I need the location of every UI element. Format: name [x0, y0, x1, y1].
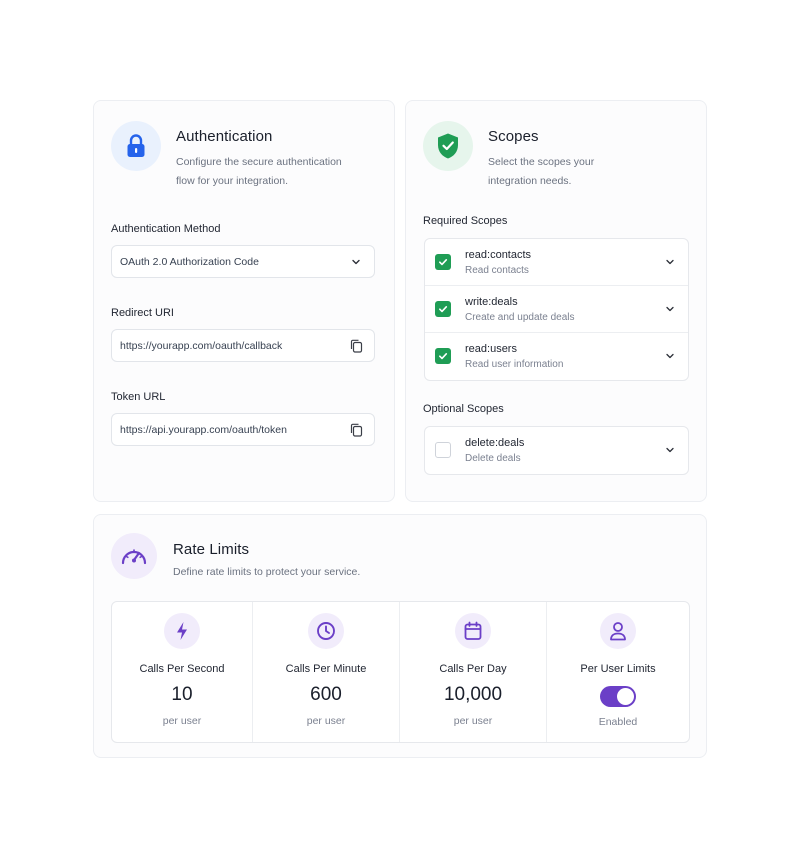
rate-cell-calls-per-second[interactable]: Calls Per Second 10 per user	[112, 602, 253, 742]
scope-checkbox[interactable]	[435, 348, 451, 364]
optional-scopes-list: delete:deals Delete deals	[424, 426, 689, 475]
rate-cell-calls-per-day[interactable]: Calls Per Day 10,000 per user	[400, 602, 547, 742]
required-scopes-list: read:contacts Read contacts write:deals …	[424, 238, 689, 381]
scope-description: Read contacts	[465, 265, 529, 276]
auth-method-value: OAuth 2.0 Authorization Code	[120, 255, 259, 268]
clock-icon-badge	[308, 613, 344, 649]
rate-label: Calls Per Second	[139, 663, 225, 675]
scopes-card: Scopes Select the scopes your integratio…	[405, 100, 707, 502]
scopes-description: Select the scopes your integration needs…	[488, 153, 594, 191]
rate-value[interactable]: 10	[112, 684, 252, 706]
scopes-description-line2: integration needs.	[488, 175, 572, 187]
lock-icon	[127, 134, 145, 157]
scope-name: read:users	[465, 343, 517, 355]
rate-cell-per-user-limits[interactable]: Per User Limits Enabled	[547, 602, 689, 742]
user-icon-badge	[600, 613, 636, 649]
per-user-limits-toggle[interactable]	[600, 686, 636, 707]
optional-scopes-label: Optional Scopes	[423, 403, 504, 415]
speedometer-icon	[121, 549, 147, 565]
rate-cell-calls-per-minute[interactable]: Calls Per Minute 600 per user	[253, 602, 400, 742]
token-url-field[interactable]: https://api.yourapp.com/oauth/token	[111, 413, 375, 446]
auth-description-line2: flow for your integration.	[176, 175, 289, 187]
rate-label: Calls Per Minute	[285, 663, 367, 675]
scope-row-write-deals[interactable]: write:deals Create and update deals	[425, 286, 688, 333]
scope-description: Create and update deals	[465, 312, 575, 323]
rate-limits-description: Define rate limits to protect your servi…	[173, 566, 361, 578]
rate-unit: per user	[453, 715, 493, 727]
chevron-down-icon[interactable]	[664, 350, 676, 362]
shield-check-icon	[438, 133, 458, 159]
scope-row-delete-deals[interactable]: delete:deals Delete deals	[425, 427, 688, 474]
rate-value[interactable]: 600	[253, 684, 399, 706]
copy-icon[interactable]	[348, 338, 364, 354]
scopes-title: Scopes	[488, 128, 539, 145]
authentication-card: Authentication Configure the secure auth…	[93, 100, 395, 502]
rate-limits-card: Rate Limits Define rate limits to protec…	[93, 514, 707, 758]
rate-limits-title: Rate Limits	[173, 541, 250, 558]
toggle-knob	[617, 688, 634, 705]
chevron-down-icon[interactable]	[664, 256, 676, 268]
chevron-down-icon[interactable]	[664, 444, 676, 456]
rate-unit: per user	[162, 715, 202, 727]
redirect-uri-field[interactable]: https://yourapp.com/oauth/callback	[111, 329, 375, 362]
scope-checkbox[interactable]	[435, 254, 451, 270]
rate-limits-icon-badge	[111, 533, 157, 579]
scope-checkbox[interactable]	[435, 301, 451, 317]
scope-name: read:contacts	[465, 249, 532, 261]
rate-limits-grid: Calls Per Second 10 per user Calls Per M…	[111, 601, 690, 743]
checkmark-icon	[439, 353, 448, 360]
lightning-icon	[177, 622, 187, 640]
scopes-description-line1: Select the scopes your	[488, 156, 595, 168]
auth-icon-badge	[111, 121, 161, 171]
rate-label: Calls Per Day	[439, 663, 507, 675]
redirect-uri-label: Redirect URI	[111, 307, 174, 319]
auth-description-line1: Configure the secure authentication	[176, 156, 342, 168]
required-scopes-label: Required Scopes	[423, 215, 508, 227]
scope-row-read-contacts[interactable]: read:contacts Read contacts	[425, 239, 688, 286]
toggle-status: Enabled	[598, 716, 638, 728]
checkmark-icon	[439, 306, 448, 313]
calendar-icon	[464, 621, 482, 640]
checkmark-icon	[439, 259, 448, 266]
rate-label: Per User Limits	[580, 663, 656, 675]
auth-description: Configure the secure authentication flow…	[176, 153, 342, 191]
user-icon	[610, 622, 626, 641]
chevron-down-icon[interactable]	[348, 254, 364, 270]
auth-method-select[interactable]: OAuth 2.0 Authorization Code	[111, 245, 375, 278]
calendar-icon-badge	[455, 613, 491, 649]
auth-method-label: Authentication Method	[111, 223, 221, 235]
chevron-down-icon[interactable]	[664, 303, 676, 315]
scope-row-read-users[interactable]: read:users Read user information	[425, 333, 688, 380]
copy-icon[interactable]	[348, 422, 364, 438]
rate-unit: per user	[306, 715, 346, 727]
scope-description: Read user information	[465, 359, 564, 370]
auth-title: Authentication	[176, 128, 273, 145]
clock-icon	[317, 622, 335, 640]
token-url-value: https://api.yourapp.com/oauth/token	[120, 423, 287, 436]
scope-checkbox[interactable]	[435, 442, 451, 458]
scopes-icon-badge	[423, 121, 473, 171]
scope-description: Delete deals	[465, 453, 521, 464]
lightning-icon-badge	[164, 613, 200, 649]
scope-name: write:deals	[465, 296, 518, 308]
redirect-uri-value: https://yourapp.com/oauth/callback	[120, 339, 283, 352]
scope-name: delete:deals	[465, 437, 525, 449]
rate-value[interactable]: 10,000	[400, 684, 546, 706]
token-url-label: Token URL	[111, 391, 166, 403]
